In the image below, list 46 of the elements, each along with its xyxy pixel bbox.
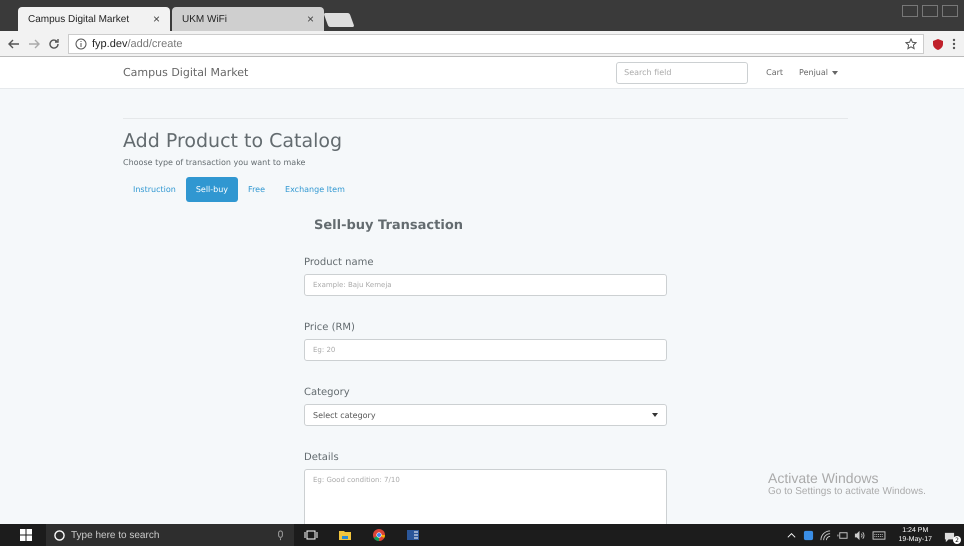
activation-title: Activate Windows — [768, 470, 880, 486]
keyboard-icon[interactable] — [870, 530, 887, 540]
shield-icon[interactable] — [932, 38, 944, 50]
taskbar-search-field[interactable]: Type here to search — [46, 524, 294, 546]
info-icon — [75, 38, 87, 50]
app-tray-icon[interactable] — [802, 530, 814, 540]
close-icon[interactable]: × — [306, 12, 314, 26]
browser-tab[interactable]: UKM WiFi × — [172, 7, 324, 31]
new-tab-button[interactable] — [323, 13, 355, 27]
reload-icon[interactable] — [48, 38, 60, 50]
star-icon[interactable] — [905, 38, 917, 50]
nav-link[interactable]: Cart — [766, 68, 784, 77]
page-subtitle: Choose type of transaction you want to make — [123, 158, 306, 167]
nav-link[interactable]: Penjual — [799, 68, 838, 77]
category-select[interactable]: Select category — [304, 404, 667, 426]
field-label: Product name — [304, 257, 375, 268]
back-icon[interactable] — [8, 38, 20, 50]
search-field[interactable]: Search field — [616, 62, 748, 84]
caret-icon — [652, 413, 658, 417]
windows-start-icon[interactable] — [20, 529, 32, 541]
browser-tab[interactable]: Campus Digital Market × — [18, 7, 170, 31]
brand-link[interactable]: Campus Digital Market — [123, 66, 248, 79]
form-title: Sell-buy Transaction — [314, 218, 464, 233]
caret-icon — [832, 70, 838, 74]
field-label: Category — [304, 387, 351, 398]
notification-icon — [944, 532, 955, 543]
wifi-icon[interactable] — [820, 530, 831, 540]
field-label: Price (RM) — [304, 322, 356, 333]
search-placeholder: Type here to search — [71, 530, 160, 540]
folder-icon[interactable] — [338, 528, 352, 542]
microphone-icon[interactable] — [275, 530, 286, 540]
maximize-button[interactable] — [922, 5, 938, 17]
address-field[interactable]: fyp.dev/add/create — [68, 34, 924, 54]
page-title: Add Product to Catalog — [123, 130, 344, 152]
battery-icon[interactable] — [836, 530, 848, 540]
field-label: Details — [304, 452, 340, 463]
more-icon[interactable] — [952, 38, 956, 50]
minimize-button[interactable] — [902, 5, 918, 17]
search-icon — [54, 530, 65, 540]
task-view-icon[interactable] — [304, 528, 318, 542]
activation-message: Go to Settings to activate Windows. — [768, 486, 926, 497]
volume-icon[interactable] — [854, 530, 865, 540]
close-button[interactable] — [942, 5, 958, 17]
document-app-icon[interactable] — [406, 528, 420, 542]
close-icon[interactable]: × — [152, 12, 160, 26]
browser-app-icon[interactable] — [372, 528, 386, 542]
